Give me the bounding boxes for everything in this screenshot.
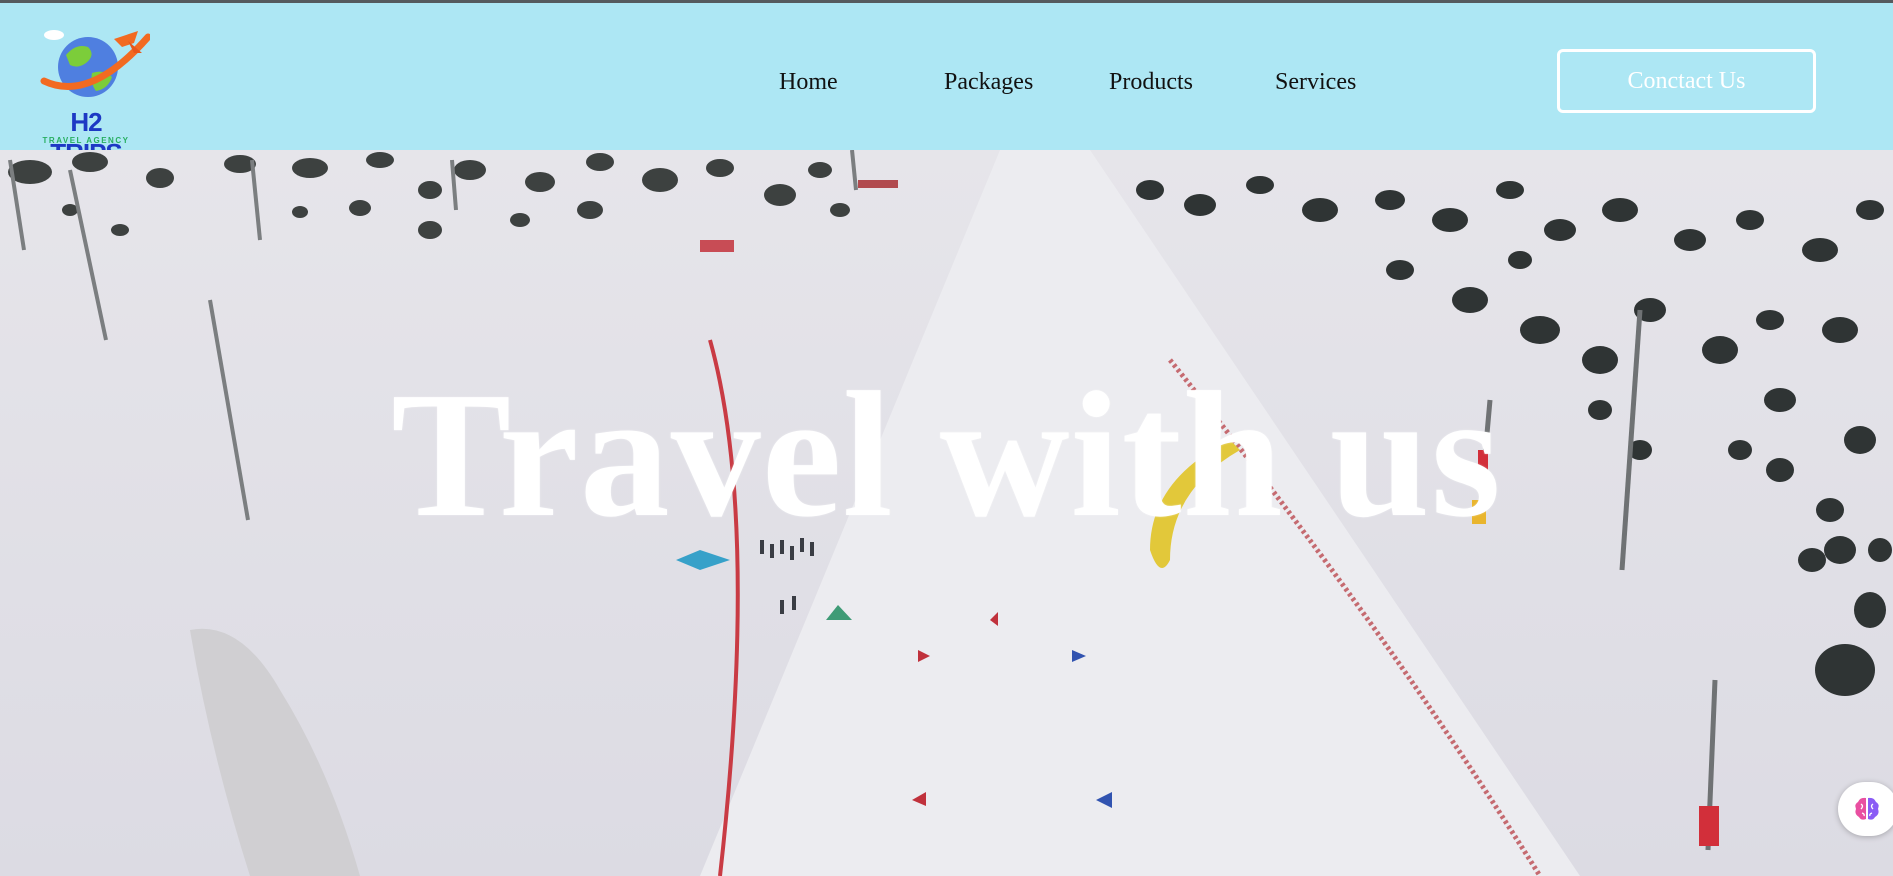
nav-products[interactable]: Products — [1109, 69, 1193, 96]
contact-us-button[interactable]: Conctact Us — [1557, 49, 1816, 113]
nav-services[interactable]: Services — [1275, 69, 1356, 96]
hero-title: Travel with us — [391, 355, 1502, 554]
assistant-button[interactable] — [1838, 782, 1893, 836]
brain-icon — [1855, 797, 1879, 820]
site-header: H2 TRIPS TRAVEL AGENCY Home Packages Pro… — [0, 3, 1893, 168]
nav-packages[interactable]: Packages — [944, 69, 1033, 96]
hero-section: Travel with us — [0, 150, 1893, 876]
nav-home[interactable]: Home — [779, 69, 838, 96]
